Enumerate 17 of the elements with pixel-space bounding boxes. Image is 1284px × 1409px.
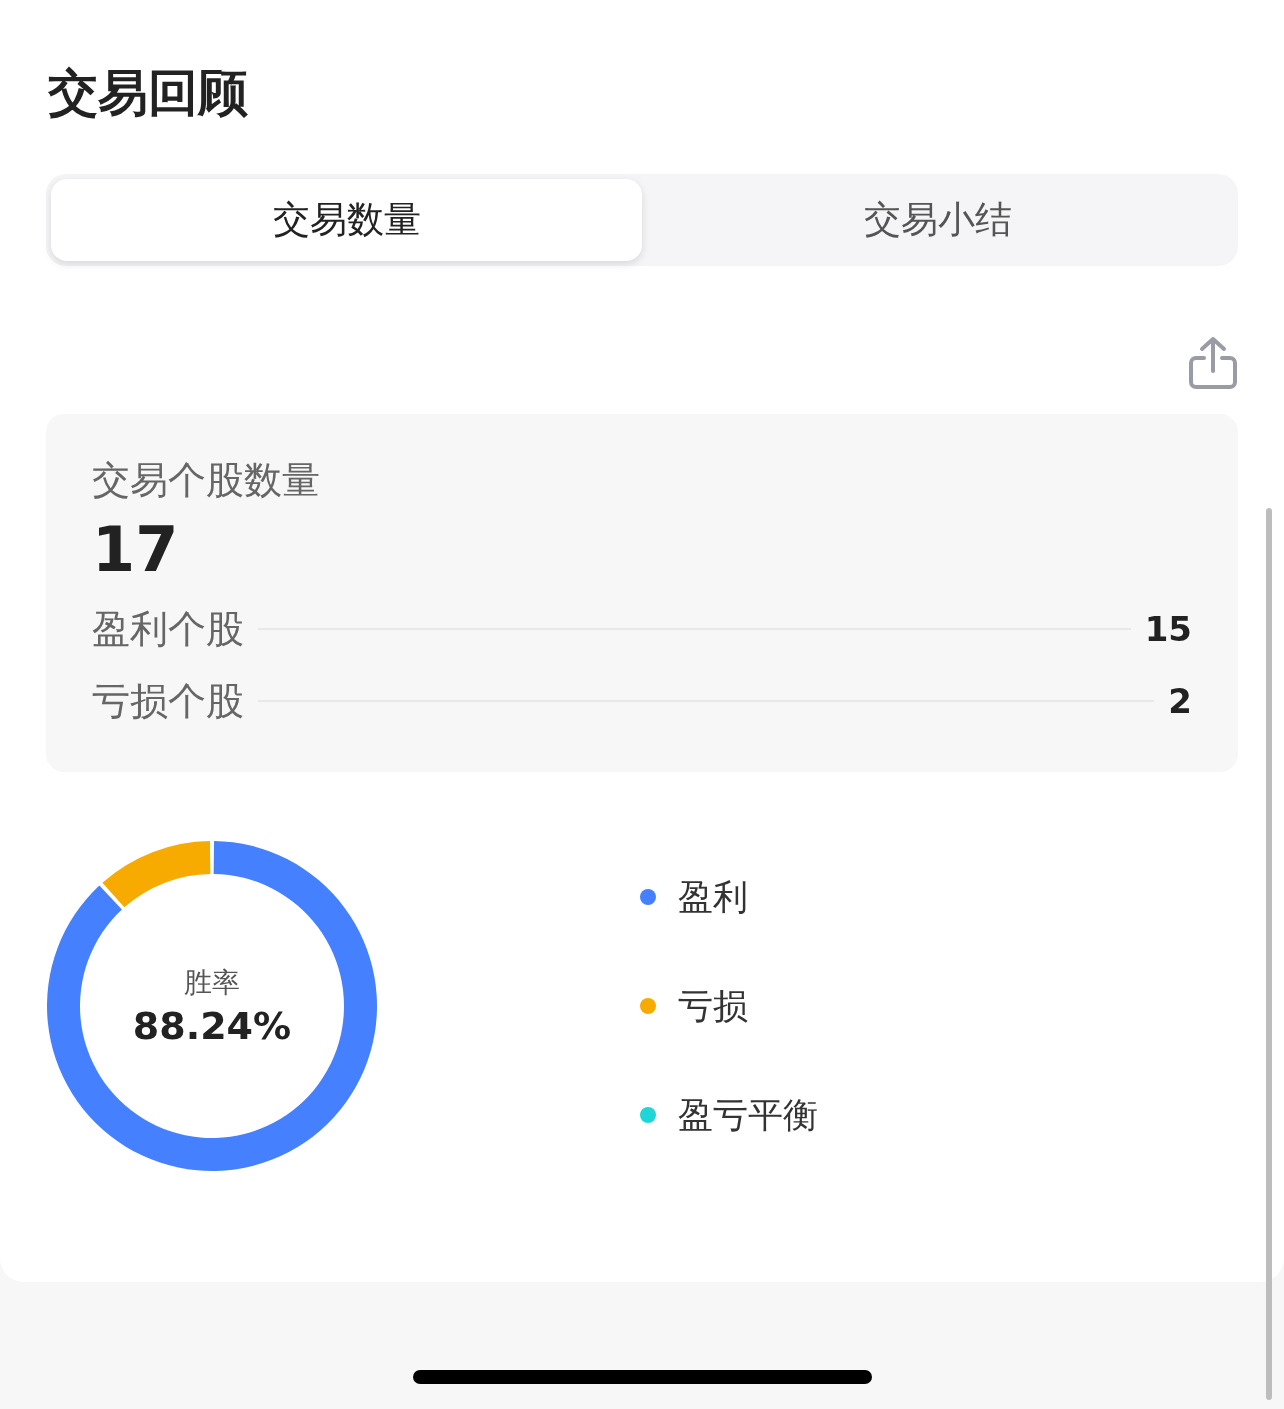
- tab[interactable]: 交易小结: [642, 179, 1233, 261]
- stat-label: 交易个股数量: [92, 457, 321, 504]
- scrollbar[interactable]: [1266, 508, 1272, 1400]
- legend-label: 盈利: [678, 875, 748, 919]
- row-value: 15: [1144, 609, 1192, 649]
- page-title: 交易回顾: [48, 63, 249, 124]
- row-label: 盈利个股: [92, 605, 244, 653]
- chart-center-label: 胜率: [184, 965, 240, 1001]
- row-label: 亏损个股: [92, 677, 244, 725]
- home-indicator[interactable]: [413, 1370, 872, 1384]
- tab[interactable]: 交易数量: [51, 179, 642, 261]
- legend-label: 盈亏平衡: [678, 1093, 818, 1137]
- row-value: 2: [1168, 681, 1192, 721]
- share-icon[interactable]: [1188, 336, 1238, 390]
- legend-label: 亏损: [678, 984, 748, 1028]
- win-rate-value: 88.24%: [132, 1004, 292, 1048]
- stat-value: 17: [92, 512, 180, 588]
